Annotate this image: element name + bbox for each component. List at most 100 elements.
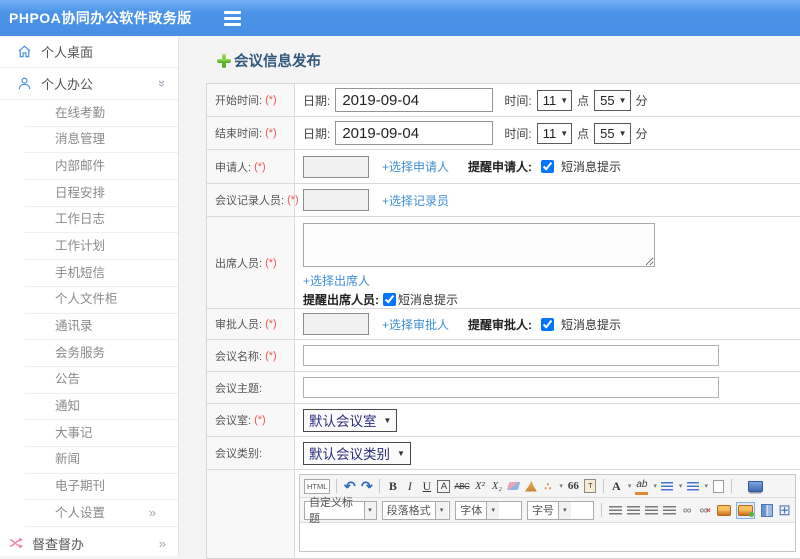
border-text-button[interactable]: A	[437, 479, 451, 493]
sidebar-item-sms[interactable]: 手机短信	[25, 260, 178, 287]
sidebar-item-meeting-service[interactable]: 会务服务	[25, 340, 178, 367]
start-date-input[interactable]	[335, 88, 494, 112]
sidebar-item-news[interactable]: 新闻	[25, 447, 178, 474]
hamburger-menu-icon[interactable]	[223, 10, 241, 26]
recorder-input[interactable]	[303, 189, 369, 211]
blockquote-button[interactable]: 66	[567, 478, 580, 495]
italic-button[interactable]: I	[403, 478, 416, 495]
insert-table-icon[interactable]: ⊞	[778, 502, 791, 519]
main-content: 会议信息发布 开始时间:(*) 日期: 时间: 11▼ 点 55▼ 分 结束时间…	[180, 36, 800, 559]
font-color-button[interactable]: A	[610, 478, 623, 495]
approver-input[interactable]	[303, 313, 369, 335]
align-justify-icon[interactable]	[662, 502, 676, 519]
chevron-right-icon: »	[148, 504, 156, 520]
paste-icon[interactable]: T	[584, 478, 597, 495]
sidebar-item-personal-settings[interactable]: 个人设置 »	[25, 500, 178, 527]
format-brush-icon[interactable]	[524, 478, 537, 495]
meeting-name-input[interactable]	[303, 345, 719, 366]
unordered-list-icon[interactable]	[686, 478, 699, 495]
html-source-button[interactable]: HTML	[304, 478, 331, 494]
page-layout-icon[interactable]	[760, 502, 773, 519]
sidebar-item-work-log[interactable]: 工作日志	[25, 207, 178, 234]
sidebar-item-label: 个人办公	[41, 77, 94, 92]
applicant-input[interactable]	[303, 155, 369, 178]
chevron-down-icon: »	[154, 79, 170, 88]
sidebar-item-label: 电子期刊	[55, 479, 106, 494]
meeting-category-select[interactable]: 默认会议类别 ▼	[303, 441, 411, 465]
time-label: 时间:	[504, 126, 532, 141]
applicant-sms-checkbox[interactable]	[541, 160, 555, 173]
attendees-textarea[interactable]	[303, 223, 655, 267]
ordered-list-icon[interactable]	[661, 478, 674, 495]
sidebar-item-internal-mail[interactable]: 内部邮件	[25, 153, 178, 181]
eraser-icon[interactable]	[507, 478, 521, 495]
sidebar-item-label: 督查督办	[32, 536, 85, 552]
sidebar-item-label: 工作计划	[55, 238, 106, 253]
font-family-select[interactable]: 字体 ▾	[455, 500, 522, 520]
align-left-icon[interactable]	[608, 502, 622, 519]
highlight-color-button[interactable]: ab	[635, 478, 649, 495]
meeting-subject-input[interactable]	[303, 377, 719, 398]
new-page-icon[interactable]	[712, 478, 725, 495]
attendees-sms-checkbox[interactable]	[383, 293, 396, 306]
sidebar-item-message-management[interactable]: 消息管理	[25, 127, 178, 154]
insert-image-icon[interactable]	[716, 502, 732, 519]
superscript-button[interactable]: X²	[473, 478, 486, 495]
select-applicant-link[interactable]: +选择申请人	[382, 158, 449, 175]
sidebar-item-contacts[interactable]: 通讯录	[25, 314, 178, 341]
strikethrough-button[interactable]: ABC	[454, 478, 469, 495]
end-minute-select[interactable]: 55 ▼	[594, 122, 631, 144]
align-center-icon[interactable]	[626, 502, 640, 519]
start-hour-select[interactable]: 11 ▼	[536, 89, 573, 111]
align-right-icon[interactable]	[644, 502, 658, 519]
editor-toolbar-row2: 自定义标题 ▾ 段落格式 ▾ 字体 ▾ 字号 ▾ ∞ ∞ × ⊞	[300, 497, 795, 525]
approver-sms-checkbox[interactable]	[541, 317, 555, 331]
subscript-button[interactable]: X₂	[490, 478, 503, 495]
insert-link-icon[interactable]: ∞	[681, 502, 694, 519]
select-recorder-link[interactable]: +选择记录员	[382, 192, 449, 209]
sidebar-item-label: 公告	[55, 372, 81, 387]
sidebar-item-label: 通讯录	[55, 319, 93, 333]
underline-button[interactable]: U	[420, 478, 433, 495]
app-title: PHPOA协同办公软件政务版	[9, 10, 192, 26]
start-minute-select[interactable]: 55 ▼	[594, 89, 631, 111]
field-label: 会议室: (*)	[207, 404, 295, 436]
end-hour-select[interactable]: 11 ▼	[536, 122, 573, 144]
field-label: 结束时间: (*)	[207, 117, 295, 149]
field-label: 审批人员: (*)	[207, 309, 295, 339]
sidebar-item-announcement[interactable]: 公告	[25, 367, 178, 394]
font-size-select[interactable]: 字号 ▾	[526, 500, 594, 520]
sidebar-item-label: 个人桌面	[41, 45, 94, 60]
editor-content-area[interactable]	[300, 523, 795, 551]
custom-heading-select[interactable]: 自定义标题 ▾	[304, 497, 377, 525]
sidebar-item-label: 个人文件柜	[55, 292, 118, 307]
undo-icon[interactable]: ↶	[343, 478, 356, 495]
redo-icon[interactable]: ↷	[360, 478, 373, 495]
page-title-text: 会议信息发布	[234, 54, 321, 70]
sidebar-item-major-events[interactable]: 大事记	[25, 420, 178, 447]
page-title: 会议信息发布	[217, 50, 321, 71]
sidebar-item-personal-desktop[interactable]: 个人桌面	[0, 36, 178, 68]
remove-link-icon[interactable]: ∞ ×	[699, 502, 712, 519]
bold-button[interactable]: B	[386, 478, 399, 495]
paragraph-format-select[interactable]: 段落格式 ▾	[381, 500, 451, 520]
minute-unit: 分	[635, 126, 648, 141]
upload-image-icon[interactable]	[736, 501, 756, 519]
dropdown-caret-icon: ▼	[560, 128, 569, 138]
sidebar-item-notice[interactable]: 通知	[25, 394, 178, 421]
select-approver-link[interactable]: +选择审批人	[382, 316, 449, 333]
sidebar-item-schedule[interactable]: 日程安排	[25, 180, 178, 207]
sidebar-item-online-attendance[interactable]: 在线考勤	[25, 100, 178, 127]
sidebar-item-personal-office[interactable]: 个人办公 »	[0, 68, 178, 100]
sidebar-item-e-journal[interactable]: 电子期刊	[25, 474, 178, 501]
remind-approver-label: 提醒审批人:	[468, 317, 533, 332]
sidebar-item-supervision[interactable]: 督查督办 »	[0, 527, 178, 559]
form-row-approver: 审批人员: (*) +选择审批人 提醒审批人: 短消息提示	[207, 309, 800, 340]
fullscreen-icon[interactable]	[738, 478, 763, 495]
sidebar-item-work-plan[interactable]: 工作计划	[25, 233, 178, 261]
select-attendees-link[interactable]: +选择出席人	[303, 272, 370, 289]
meeting-room-select[interactable]: 默认会议室 ▼	[303, 408, 398, 432]
format-painter-icon[interactable]: ∴	[541, 478, 554, 495]
sidebar-item-personal-file-cabinet[interactable]: 个人文件柜	[25, 287, 178, 314]
end-date-input[interactable]	[335, 121, 494, 145]
